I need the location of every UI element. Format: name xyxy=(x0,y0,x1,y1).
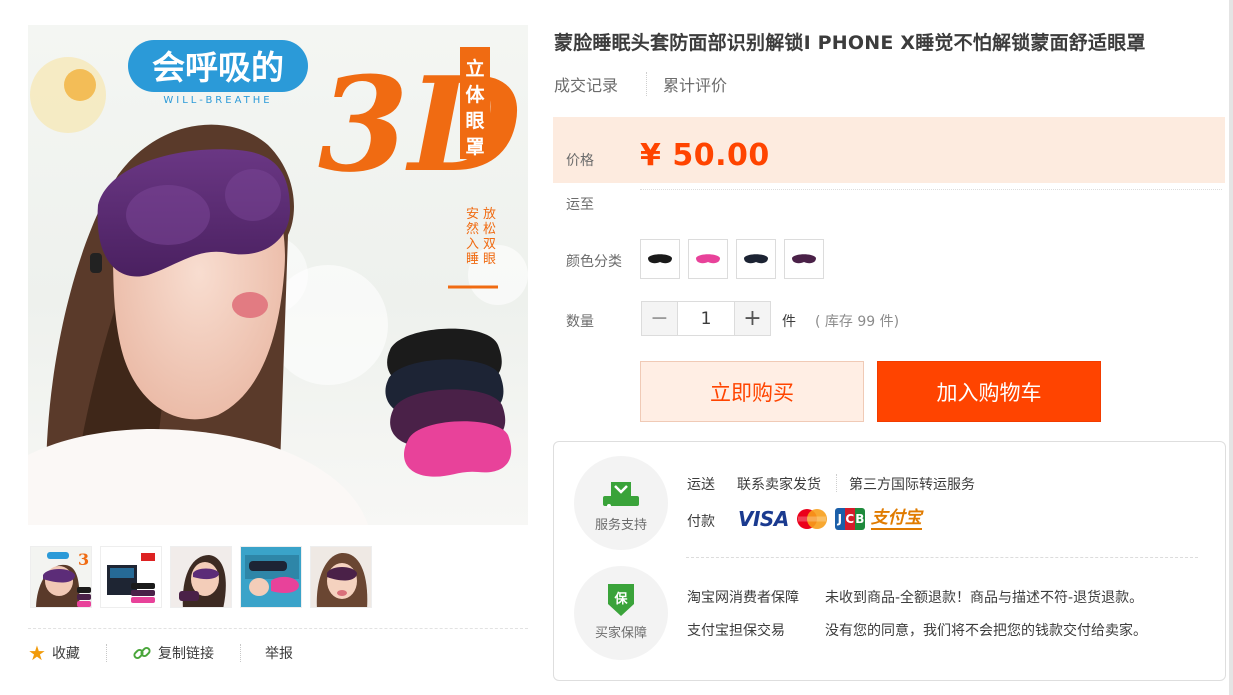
thumbnail-5[interactable] xyxy=(310,546,372,608)
report-button[interactable]: 举报 xyxy=(265,641,293,665)
svg-text:放: 放 xyxy=(483,207,496,222)
guarantee-row-1-value: 未收到商品-全额退款！商品与描述不符-退货退款。 xyxy=(825,590,1144,606)
svg-text:立: 立 xyxy=(465,57,484,80)
color-swatch-black[interactable] xyxy=(640,239,680,279)
main-product-image[interactable]: 会呼吸的 WILL-BREATHE 3D 立 体 眼 罩 放松双眼 安然入睡 xyxy=(28,25,528,525)
tab-reviews[interactable]: 累计评价 xyxy=(663,72,727,96)
copy-link-label: 复制链接 xyxy=(158,646,214,662)
quantity-unit: 件 xyxy=(782,314,796,330)
mastercard-logo xyxy=(795,508,829,530)
svg-text:眼: 眼 xyxy=(465,110,484,132)
svg-text:松: 松 xyxy=(483,222,496,237)
thumbnail-1[interactable]: 3 xyxy=(30,546,92,608)
svg-text:3D: 3D xyxy=(318,48,521,201)
quantity-label: 数量 xyxy=(566,314,594,330)
left-divider xyxy=(28,628,528,629)
stacked-masks xyxy=(385,328,512,477)
payment-logos: VISA J C B 支付宝 xyxy=(738,505,922,533)
svg-text:体: 体 xyxy=(465,83,485,106)
stock-text: ( 库存 99 件) xyxy=(815,314,900,330)
tab-transaction-records[interactable]: 成交记录 xyxy=(554,72,618,96)
delivery-icon xyxy=(599,476,643,512)
svg-text:眼: 眼 xyxy=(483,252,496,267)
product-title: 蒙脸睡眠头套防面部识别解锁I PHONE X睡觉不怕解锁蒙面舒适眼罩 xyxy=(554,32,1146,54)
minus-icon: − xyxy=(650,306,669,331)
payment-row-label: 付款 xyxy=(687,514,715,530)
buy-now-button[interactable]: 立即购买 xyxy=(640,361,864,422)
thumbnail-4[interactable] xyxy=(240,546,302,608)
svg-text:会呼吸的: 会呼吸的 xyxy=(152,48,284,87)
svg-text:双: 双 xyxy=(483,237,496,252)
guarantee-row-1-label[interactable]: 淘宝网消费者保障 xyxy=(687,587,799,607)
guarantee-row-2-value: 没有您的同意，我们将不会把您的钱款交付给卖家。 xyxy=(825,623,1147,639)
quantity-decrease-button[interactable]: − xyxy=(642,302,677,335)
left-actions-bar: ★ 收藏 复制链接 举报 xyxy=(28,641,528,665)
visa-logo: VISA xyxy=(738,507,789,531)
quantity-stepper: − + xyxy=(641,301,771,336)
add-to-cart-button[interactable]: 加入购物车 xyxy=(877,361,1101,422)
shipping-row-label: 运送 xyxy=(687,477,715,493)
alipay-logo: 支付宝 xyxy=(870,508,922,530)
service-support-title: 服务支持 xyxy=(594,518,647,533)
link-icon xyxy=(132,643,152,663)
quantity-input[interactable] xyxy=(677,302,735,335)
shipping-row-value: 联系卖家发货 xyxy=(737,477,821,493)
thumbnail-3[interactable] xyxy=(170,546,232,608)
svg-text:3: 3 xyxy=(78,550,89,569)
svg-text:入: 入 xyxy=(466,237,479,252)
svg-text:罩: 罩 xyxy=(465,136,484,158)
color-swatch-navy[interactable] xyxy=(736,239,776,279)
svg-text:安: 安 xyxy=(466,207,479,222)
thumbnail-2[interactable] xyxy=(100,546,162,608)
jcb-logo: J C B xyxy=(834,508,865,530)
report-label: 举报 xyxy=(265,646,293,662)
svg-text:WILL-BREATHE: WILL-BREATHE xyxy=(163,95,272,106)
main-image-art: 会呼吸的 WILL-BREATHE 3D 立 体 眼 罩 放松双眼 安然入睡 xyxy=(28,25,528,525)
color-label: 颜色分类 xyxy=(566,254,622,270)
favorite-label: 收藏 xyxy=(51,646,80,662)
color-swatch-purple[interactable] xyxy=(784,239,824,279)
quantity-increase-button[interactable]: + xyxy=(735,302,770,335)
price-value: ¥ 50.00 xyxy=(640,138,770,173)
page-scrollbar[interactable] xyxy=(1229,0,1233,695)
plus-icon: + xyxy=(743,306,762,331)
svg-text:保: 保 xyxy=(613,591,628,607)
star-icon: ★ xyxy=(28,641,46,665)
copy-link-button[interactable]: 复制链接 xyxy=(132,641,214,665)
shipping-row-extra[interactable]: 第三方国际转运服务 xyxy=(849,474,975,494)
thumbnail-strip: 3 xyxy=(30,546,390,608)
color-swatch-pink[interactable] xyxy=(688,239,728,279)
shipping-divider xyxy=(640,189,1222,190)
service-divider xyxy=(686,557,1198,558)
shield-icon: 保 xyxy=(606,582,636,618)
favorite-button[interactable]: ★ 收藏 xyxy=(28,641,80,665)
guarantee-row-2-label[interactable]: 支付宝担保交易 xyxy=(687,620,785,640)
shipping-label: 运至 xyxy=(566,197,594,213)
svg-text:睡: 睡 xyxy=(466,252,479,267)
svg-text:然: 然 xyxy=(466,221,479,237)
price-label: 价格 xyxy=(566,153,594,169)
buyer-protection-title: 买家保障 xyxy=(594,626,647,641)
